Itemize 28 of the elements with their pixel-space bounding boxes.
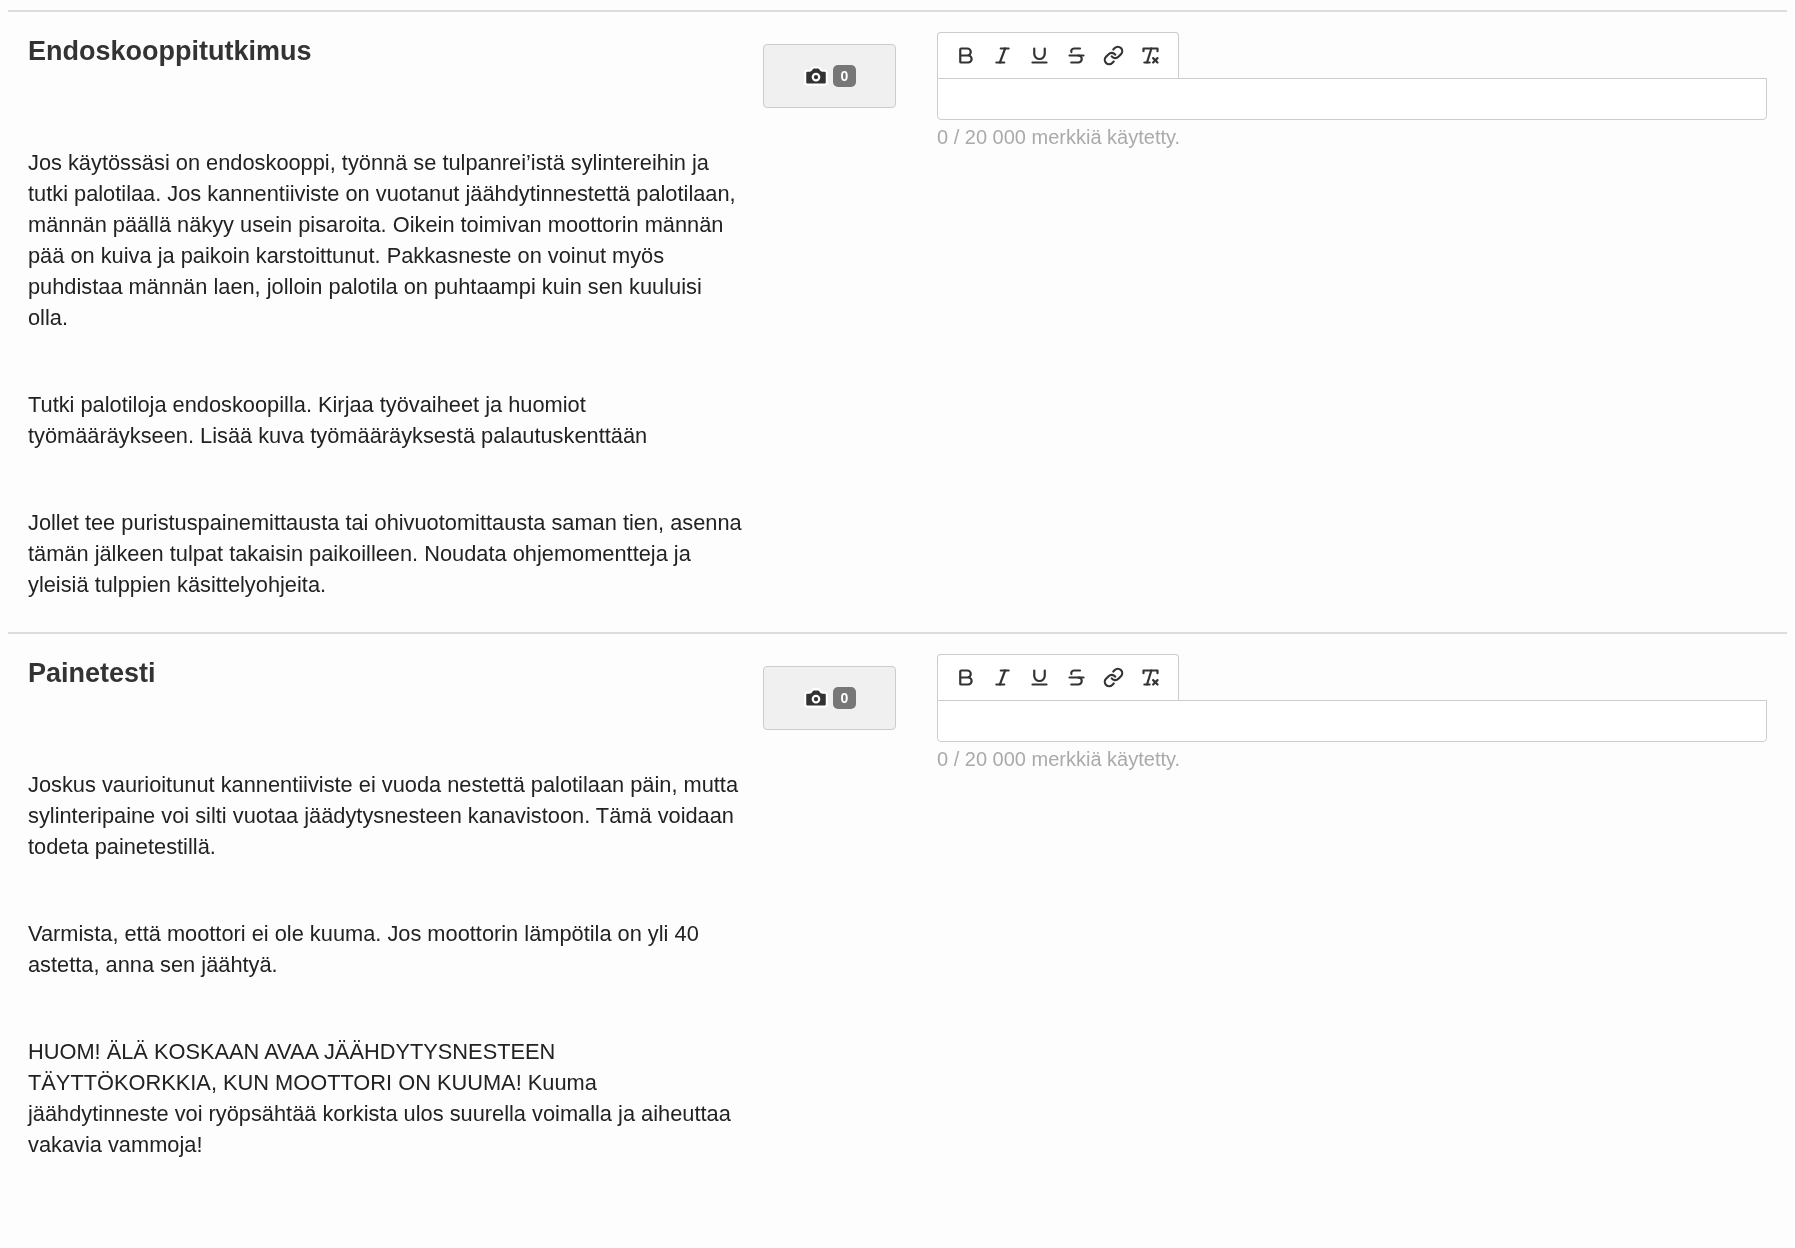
text-input-field[interactable] — [937, 78, 1767, 120]
instruction-paragraph: Varmista, että moottori ei ole kuuma. Jos moottorin lämpötila on yli 40 astetta, anna sen jäähtyä. — [28, 920, 700, 979]
camera-icon — [802, 63, 829, 89]
section-title: Painetesti — [28, 658, 157, 689]
instruction-paragraph: Tutki palotiloja endoskoopilla. Kirjaa työvaiheet ja huomiot työmääräykseen. Lisää kuva työmääräyksestä palautuskenttään — [28, 391, 649, 450]
link-icon — [1103, 667, 1124, 688]
photo-button[interactable]: 0 — [763, 666, 896, 730]
clear-formatting-icon — [1140, 45, 1161, 66]
photo-button[interactable]: 0 — [763, 44, 896, 108]
photo-count: 0 — [832, 687, 857, 709]
strikethrough-icon — [1066, 45, 1087, 66]
instruction-paragraph: Jos käytössäsi on endoskooppi, työnnä se tulpanrei’istä sylintereihin ja tutki palotilaa. Jos kannentiiviste on vuotanut jäähdytinnestettä palotilaan, männän päällä näkyy usein pisaroita. Oikein toimivan moottorin männän pää on kuiva ja paikoin karstoittunut. Pakkasneste on voinut myös puhdistaa männän laen, jolloin palotila on puhtaampi kuin sen kuuluisi olla. — [28, 149, 737, 332]
text-input-field[interactable] — [937, 700, 1767, 742]
underline-icon — [1029, 667, 1050, 688]
italic-icon — [992, 45, 1013, 66]
link-icon — [1103, 45, 1124, 66]
underline-icon — [1029, 45, 1050, 66]
character-counter: 0 / 20 000 merkkiä käytetty. — [937, 126, 1182, 149]
italic-icon — [992, 667, 1013, 688]
instruction-paragraph: HUOM! ÄLÄ KOSKAAN AVAA JÄÄHDYTYSNESTEEN TÄYTTÖKORKKIA, KUN MOOTTORI ON KUUMA! Kuuma jäähdytinneste voi ryöpsähtää korkista ulos suurella voimalla ja aiheuttaa vakavia vammoja! — [28, 1038, 732, 1159]
section-title: Endoskooppitutkimus — [28, 36, 313, 67]
instruction-paragraph: Jollet tee puristuspainemittausta tai ohivuotomittausta saman tien, asenna tämän jälkeen tulpat takaisin paikoilleen. Noudata ohjemomentteja ja yleisiä tulppien käsittelyohjeita. — [28, 509, 743, 599]
instruction-paragraph: Joskus vaurioitunut kannentiiviste ei vuoda nestettä palotilaan päin, mutta sylinteripaine voi silti vuotaa jäädytysnesteen kanavistoon. Tämä voidaan todeta painetestillä. — [28, 771, 740, 861]
character-counter: 0 / 20 000 merkkiä käytetty. — [937, 748, 1182, 771]
strikethrough-icon — [1066, 667, 1087, 688]
camera-icon — [802, 685, 829, 711]
photo-count: 0 — [832, 65, 857, 87]
clear-formatting-icon — [1140, 667, 1161, 688]
